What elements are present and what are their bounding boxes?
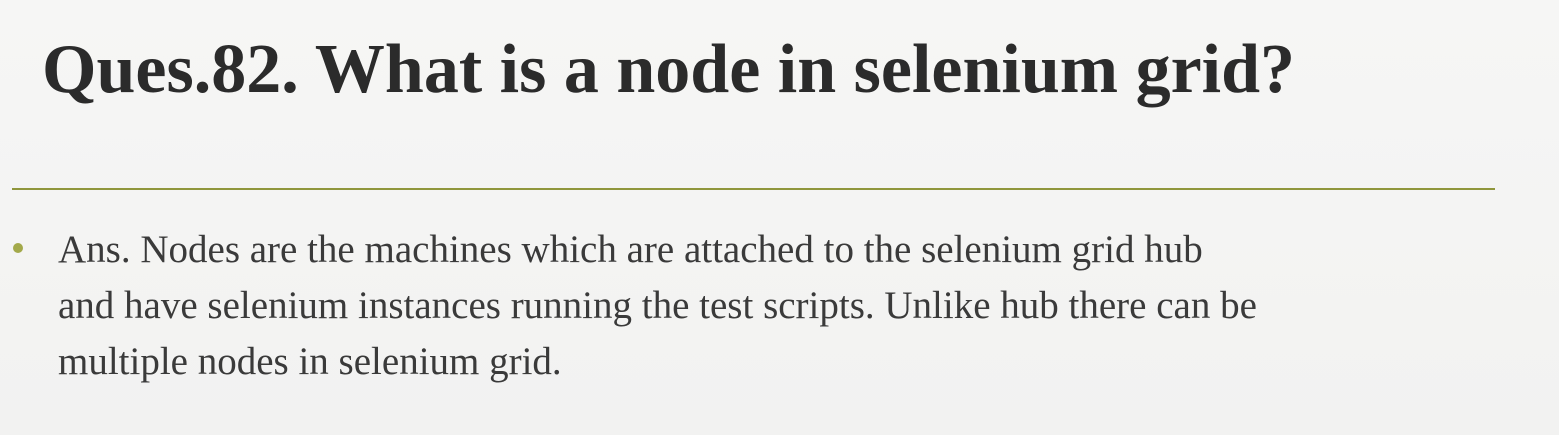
bullet-dot-icon bbox=[13, 243, 23, 253]
title-divider bbox=[12, 188, 1495, 190]
bullet-line: multiple nodes in selenium grid. bbox=[58, 340, 562, 383]
bullet-line: Ans. Nodes are the machines which are at… bbox=[58, 228, 1203, 271]
bullet-line: and have selenium instances running the … bbox=[58, 284, 1257, 327]
bullet-text: Ans. Nodes are the machines which are at… bbox=[58, 222, 1498, 390]
slide-title: Ques.82. What is a node in selenium grid… bbox=[42, 31, 1296, 108]
slide: Ques.82. What is a node in selenium grid… bbox=[0, 0, 1559, 435]
